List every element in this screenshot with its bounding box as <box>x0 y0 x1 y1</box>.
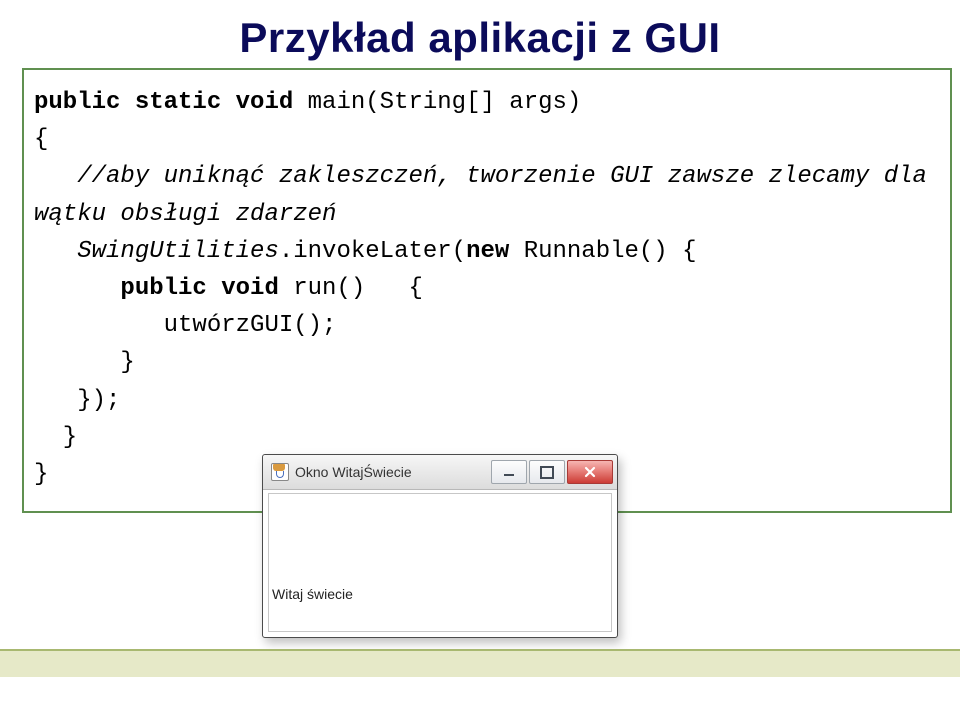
code-line: }); <box>34 382 940 419</box>
code-keyword: public static void <box>34 89 308 116</box>
slide-title: Przykład aplikacji z GUI <box>0 14 960 62</box>
maximize-button[interactable] <box>529 460 565 484</box>
window-titlebar[interactable]: Okno WitajŚwiecie <box>263 455 617 490</box>
footer-band <box>0 649 960 677</box>
code-text: .invokeLater( <box>279 238 466 265</box>
close-button[interactable] <box>567 460 613 484</box>
code-comment: //aby uniknąć zakleszczeń, tworzenie GUI… <box>34 158 940 195</box>
code-comment: wątku obsługi zdarzeń <box>34 196 940 233</box>
code-line: } <box>34 419 940 456</box>
code-line: utwórzGUI(); <box>34 307 940 344</box>
hello-label: Witaj świecie <box>272 586 353 602</box>
code-keyword: public void <box>34 275 293 302</box>
minimize-icon <box>504 474 514 476</box>
code-text: main(String[] args) <box>308 89 582 116</box>
code-keyword: new <box>466 238 524 265</box>
code-text: SwingUtilities <box>34 238 279 265</box>
code-text: Runnable() { <box>524 238 697 265</box>
code-line: { <box>34 121 940 158</box>
code-line: } <box>34 344 940 381</box>
demo-window: Okno WitajŚwiecie Witaj świecie <box>262 454 618 638</box>
close-icon <box>584 466 596 478</box>
window-title: Okno WitajŚwiecie <box>295 464 491 480</box>
code-block: public static void main(String[] args) {… <box>22 68 952 513</box>
java-icon <box>271 463 289 481</box>
code-text: run() { <box>293 275 423 302</box>
window-body: Witaj świecie <box>268 493 612 632</box>
minimize-button[interactable] <box>491 460 527 484</box>
maximize-icon <box>540 466 554 479</box>
